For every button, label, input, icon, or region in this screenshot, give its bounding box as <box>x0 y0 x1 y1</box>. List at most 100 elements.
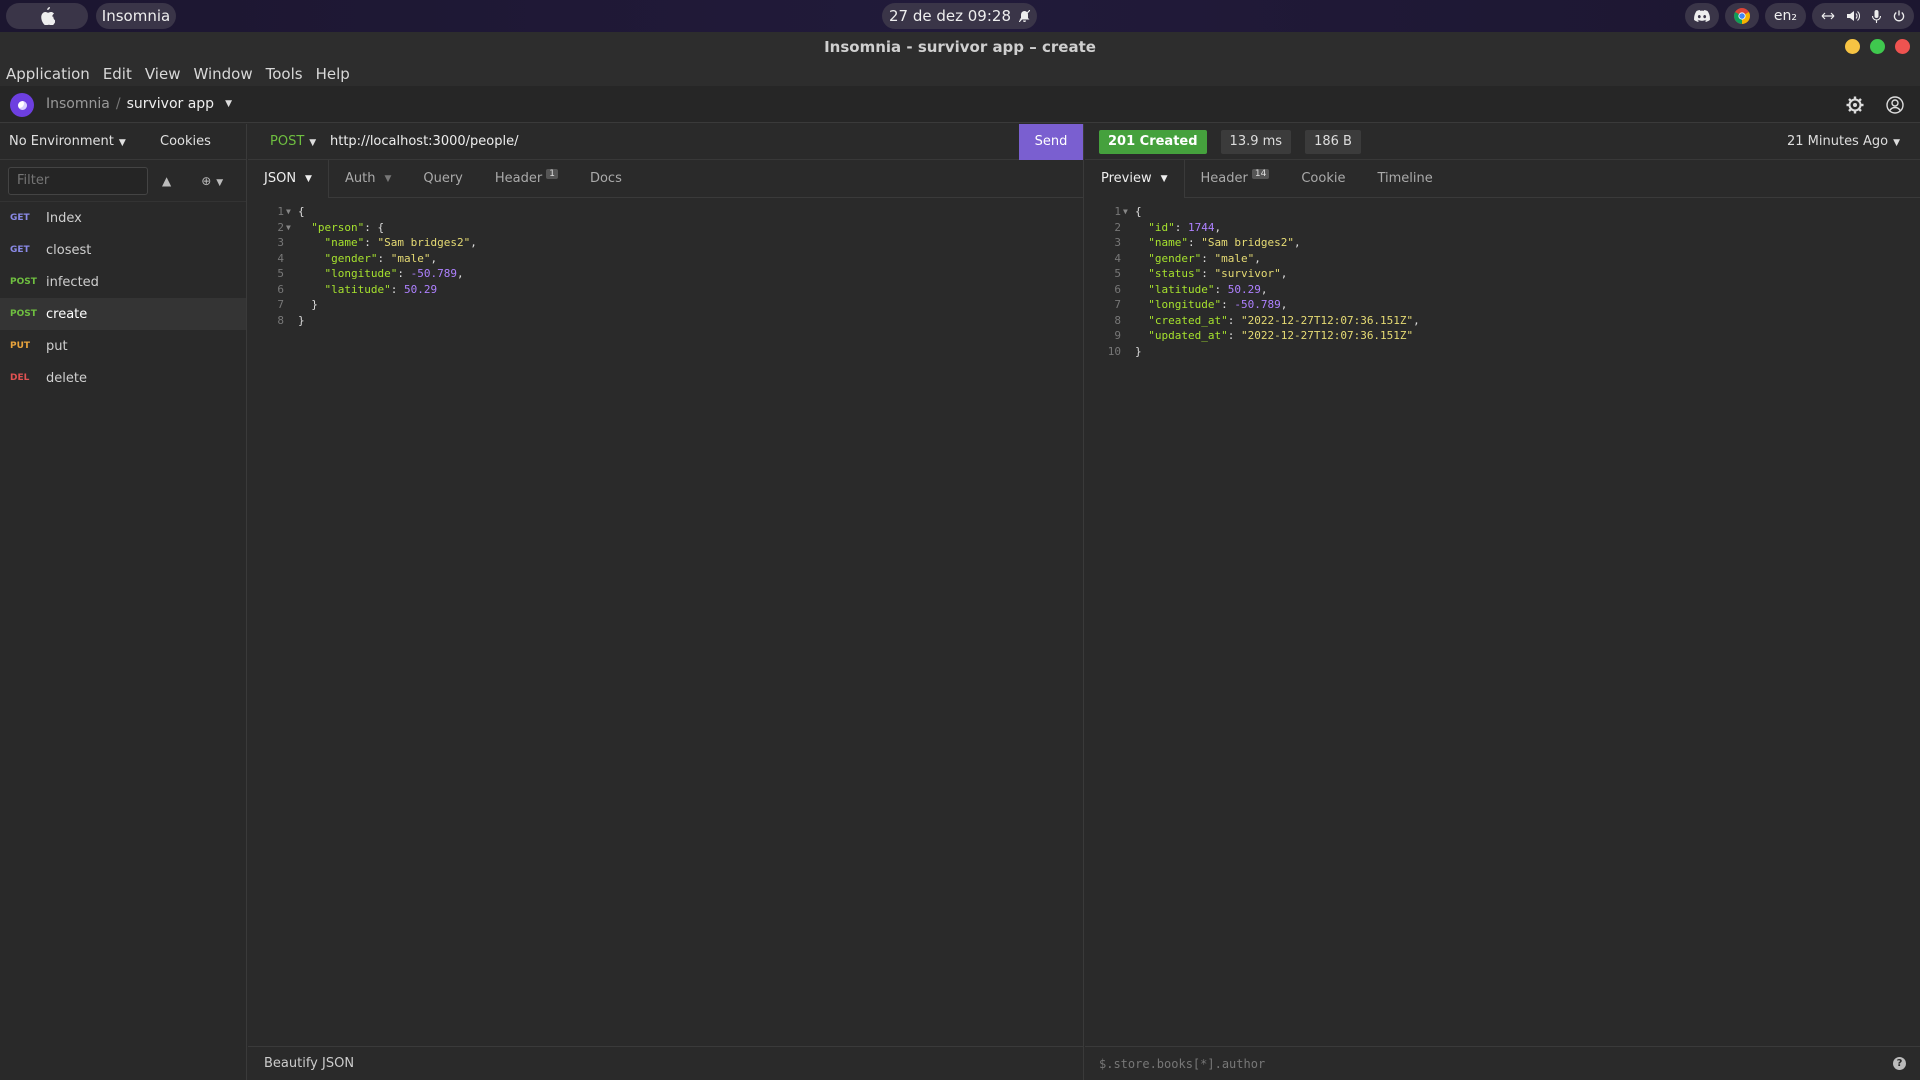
beautify-json-button[interactable]: Beautify JSON <box>264 1056 354 1071</box>
menu-help[interactable]: Help <box>316 65 350 83</box>
code-line: 8 "created_at": "2022-12-27T12:07:36.151… <box>1085 313 1920 329</box>
code-token: "Sam bridges2" <box>377 236 471 249</box>
power-icon <box>1893 10 1905 22</box>
request-footer: Beautify JSON <box>248 1046 1083 1080</box>
menu-tools[interactable]: Tools <box>266 65 303 83</box>
chevron-down-icon: ▼ <box>384 173 392 184</box>
line-number: 4 <box>277 251 284 265</box>
request-name: Index <box>46 210 82 226</box>
menu-application[interactable]: Application <box>6 65 90 83</box>
sidebar-item-index[interactable]: GET Index <box>0 202 246 234</box>
sidebar-item-create[interactable]: POST create <box>0 298 246 330</box>
code-token: , <box>430 251 438 265</box>
maximize-button[interactable] <box>1870 39 1885 54</box>
apple-menu-button[interactable] <box>6 3 88 29</box>
code-token: : <box>390 282 404 296</box>
code-token: 50.29 <box>403 282 438 296</box>
close-button[interactable] <box>1895 39 1910 54</box>
cookies-button[interactable]: Cookies <box>160 134 211 149</box>
tab-timeline[interactable]: Timeline <box>1361 160 1448 198</box>
fold-gutter <box>1123 235 1135 251</box>
fold-arrow-icon[interactable]: ▼ <box>1123 204 1135 220</box>
account-button[interactable] <box>1882 92 1908 118</box>
sidebar-item-put[interactable]: PUT put <box>0 330 246 362</box>
sidebar-item-delete[interactable]: DEL delete <box>0 362 246 394</box>
minimize-button[interactable] <box>1845 39 1860 54</box>
tab-json[interactable]: JSON ▼ <box>248 159 329 198</box>
tab-cookie[interactable]: Cookie <box>1285 160 1361 198</box>
tab-response-header[interactable]: Header 14 <box>1185 160 1286 198</box>
sidebar-item-infected[interactable]: POST infected <box>0 266 246 298</box>
environment-row: No Environment ▼ Cookies <box>0 124 246 160</box>
chevron-down-icon: ▼ <box>1160 173 1168 184</box>
code-token: "id" <box>1148 220 1175 234</box>
menu-bar: Application Edit View Window Tools Help <box>0 62 1920 86</box>
chevron-down-icon: ▼ <box>216 177 224 188</box>
fold-gutter <box>1123 220 1135 236</box>
code-token: 1744 <box>1188 220 1215 234</box>
sort-icon[interactable]: ▲ <box>162 174 171 188</box>
status-menu-tray[interactable] <box>1812 3 1914 29</box>
request-tabs: JSON ▼ Auth ▼ Query Header 1 Docs <box>248 159 1083 198</box>
breadcrumb: Insomnia / survivor app ▼ <box>46 96 232 112</box>
response-filter-input[interactable]: $.store.books[*].author <box>1099 1057 1265 1071</box>
menu-edit[interactable]: Edit <box>103 65 132 83</box>
tab-query[interactable]: Query <box>407 160 479 198</box>
fold-arrow-icon[interactable]: ▼ <box>286 220 298 236</box>
window-title-bar[interactable]: Insomnia - survivor app – create <box>0 32 1920 62</box>
line-number: 6 <box>1114 282 1121 296</box>
tab-auth[interactable]: Auth ▼ <box>329 160 407 198</box>
tab-header[interactable]: Header 1 <box>479 160 574 198</box>
settings-button[interactable] <box>1842 92 1868 118</box>
send-button[interactable]: Send <box>1019 123 1083 160</box>
tab-docs[interactable]: Docs <box>574 160 638 198</box>
keyboard-layout-tray[interactable]: en₂ <box>1764 3 1806 29</box>
response-time-badge: 13.9 ms <box>1220 129 1292 154</box>
fold-gutter <box>1123 328 1135 344</box>
code-token: , <box>1214 220 1222 234</box>
fold-gutter <box>286 297 298 313</box>
response-history-selector[interactable]: 21 Minutes Ago ▼ <box>1787 134 1900 149</box>
line-number: 7 <box>277 298 284 311</box>
code-line: 9 "updated_at": "2022-12-27T12:07:36.151… <box>1085 328 1920 344</box>
help-icon[interactable]: ? <box>1893 1057 1906 1070</box>
code-token: : <box>377 251 391 265</box>
code-token: , <box>1260 282 1268 296</box>
menu-view[interactable]: View <box>145 65 181 83</box>
tab-preview[interactable]: Preview ▼ <box>1085 159 1185 198</box>
method-selector[interactable]: POST ▼ <box>248 134 330 149</box>
filter-input[interactable] <box>8 166 148 195</box>
response-body-viewer[interactable]: 1 ▼{2 "id": 1744, 3 "name": "Sam bridges2"… <box>1085 198 1920 359</box>
code-token: : <box>1227 329 1241 342</box>
code-token: -50.789 <box>1234 298 1281 311</box>
discord-tray[interactable] <box>1684 3 1719 29</box>
code-token: "male" <box>1214 251 1255 265</box>
fold-gutter <box>1123 266 1135 282</box>
insomnia-logo[interactable] <box>10 93 34 117</box>
code-token: , <box>1293 236 1301 249</box>
request-name: put <box>46 338 68 354</box>
chrome-tray[interactable] <box>1724 3 1759 29</box>
environment-selector[interactable]: No Environment ▼ <box>0 134 160 149</box>
clock[interactable]: 27 de dez 09:28 <box>882 3 1037 29</box>
request-name: infected <box>46 274 99 290</box>
fold-gutter <box>1123 344 1135 360</box>
code-token: } <box>298 313 305 327</box>
active-app-label[interactable]: Insomnia <box>96 3 176 29</box>
url-input[interactable] <box>330 134 1019 149</box>
sidebar-item-closest[interactable]: GET closest <box>0 234 246 266</box>
breadcrumb-root[interactable]: Insomnia <box>46 96 110 112</box>
menu-window[interactable]: Window <box>193 65 252 83</box>
code-token: : <box>1201 267 1215 280</box>
chevron-down-icon[interactable]: ▼ <box>225 99 232 109</box>
code-token: { <box>1135 205 1142 218</box>
line-number: 5 <box>277 267 284 280</box>
add-request-button[interactable]: ⊕ ▼ <box>201 174 223 188</box>
request-body-editor[interactable]: 1 ▼{2 ▼ "person": {3 "name": "Sam bridges2… <box>248 198 1083 328</box>
fold-arrow-icon[interactable]: ▼ <box>286 204 298 220</box>
breadcrumb-project[interactable]: survivor app <box>127 96 215 112</box>
